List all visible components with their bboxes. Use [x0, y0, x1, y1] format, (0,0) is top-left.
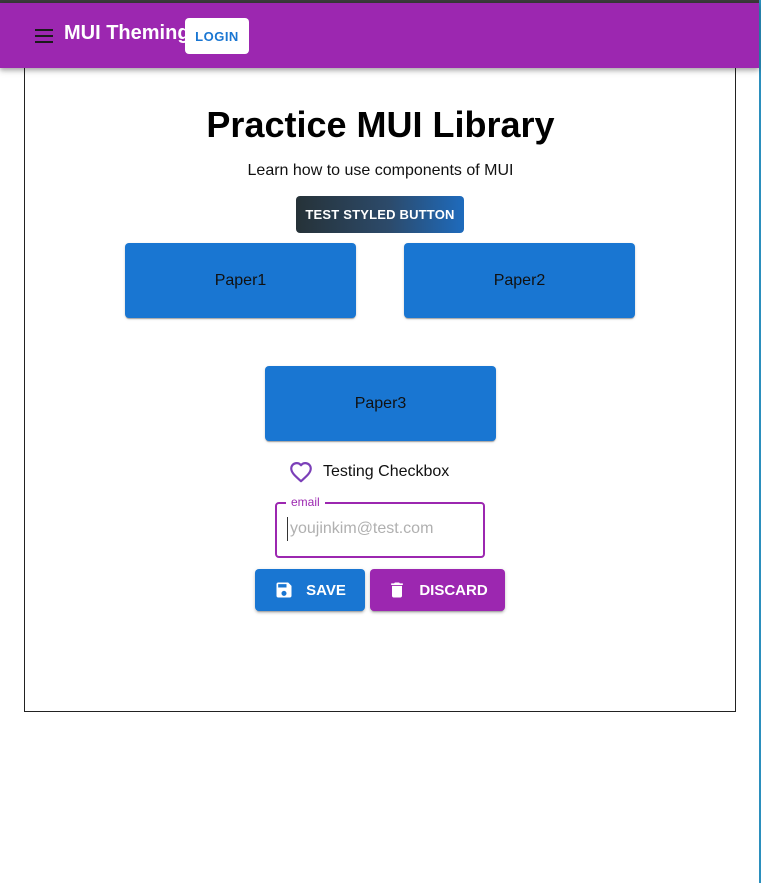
discard-button-label: DISCARD: [419, 581, 488, 599]
heart-outline-icon[interactable]: [288, 459, 314, 485]
page-subtitle: Learn how to use components of MUI: [247, 162, 514, 179]
email-field: email: [275, 495, 485, 558]
testing-checkbox[interactable]: Testing Checkbox: [288, 458, 449, 486]
save-icon: [276, 582, 292, 598]
email-input[interactable]: [287, 517, 476, 541]
paper-1: Paper1: [125, 243, 356, 318]
trash-icon: [391, 582, 404, 598]
app-bar: MUI Theming LOGIN: [0, 3, 759, 68]
paper-label: Paper1: [214, 271, 267, 289]
page-title: Practice MUI Library: [206, 104, 555, 145]
email-field-label: email: [286, 495, 325, 509]
save-button[interactable]: SAVE: [255, 569, 365, 611]
menu-icon[interactable]: [30, 23, 58, 49]
paper-label: Paper2: [493, 271, 546, 289]
checkbox-label: Testing Checkbox: [323, 463, 450, 480]
discard-button[interactable]: DISCARD: [370, 569, 505, 611]
paper-3: Paper3: [265, 366, 496, 441]
app-title: MUI Theming: [64, 22, 190, 44]
save-button-label: SAVE: [306, 581, 346, 599]
paper-label: Paper3: [354, 394, 407, 412]
login-button[interactable]: LOGIN: [185, 18, 249, 54]
test-styled-button[interactable]: TEST STYLED BUTTON: [296, 196, 464, 233]
paper-2: Paper2: [404, 243, 635, 318]
